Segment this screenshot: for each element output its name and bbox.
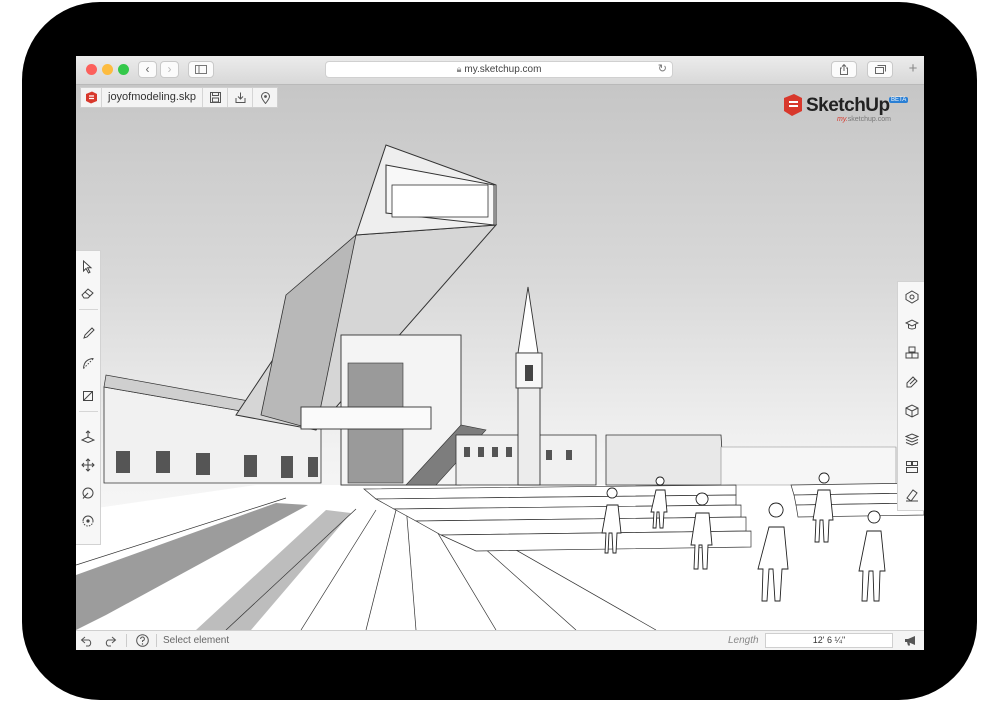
right-warehouse	[605, 434, 725, 486]
redo-icon	[105, 636, 117, 646]
geo-location-button[interactable]	[253, 88, 277, 107]
entity-info-icon	[905, 290, 919, 304]
tape-measure-icon	[82, 487, 94, 499]
save-icon	[209, 92, 221, 103]
location-pin-icon	[260, 91, 270, 104]
orbit-icon	[82, 515, 94, 527]
styles-icon	[905, 404, 919, 418]
new-tab-button[interactable]: +	[904, 61, 922, 78]
move-tool-button[interactable]	[79, 456, 97, 474]
reload-icon[interactable]: ↻	[658, 62, 667, 77]
tabs-icon	[874, 65, 886, 74]
sketchup-app: joyofmodeling.skp SketchUp BETA my.sketc…	[76, 85, 924, 650]
right-low-building	[720, 446, 897, 486]
scenes-icon	[906, 461, 918, 473]
tower-opening	[525, 365, 533, 381]
sidebar-icon	[195, 65, 207, 74]
materials-icon	[906, 376, 918, 388]
orbit-tool-button[interactable]	[79, 512, 97, 530]
feedback-button[interactable]	[902, 633, 918, 648]
help-button[interactable]	[134, 633, 150, 648]
zoom-window-button[interactable]	[118, 64, 129, 75]
share-button[interactable]	[831, 61, 857, 78]
status-divider	[126, 634, 127, 647]
back-button[interactable]: ‹	[138, 61, 157, 78]
brand-name: SketchUp	[806, 95, 890, 116]
shape-tool-button[interactable]	[79, 386, 97, 404]
chevron-right-icon: ›	[167, 62, 172, 76]
materials-button[interactable]	[903, 373, 921, 391]
central-canopy	[300, 406, 432, 430]
styles-button[interactable]	[903, 402, 921, 420]
sketchup-logo-icon	[784, 94, 802, 116]
address-bar[interactable]: 🔒︎ my.sketchup.com ↻	[325, 61, 673, 78]
beta-badge: BETA	[889, 97, 909, 103]
megaphone-icon	[904, 636, 915, 646]
url-text: my.sketchup.com	[464, 64, 542, 75]
share-icon	[840, 63, 848, 75]
download-icon	[235, 92, 246, 103]
download-button[interactable]	[228, 88, 254, 107]
pencil-tool-button[interactable]	[79, 324, 97, 342]
measurement-label: Length	[728, 635, 759, 646]
toolbar-divider	[79, 411, 98, 412]
redo-button[interactable]	[102, 633, 118, 648]
brand-url: my.sketchup.com	[837, 116, 891, 123]
tower-shaft	[517, 387, 541, 486]
sketchup-logo-icon	[85, 91, 97, 104]
screen: ‹ › 🔒︎ my.sketchup.com ↻ + joyofmodeling…	[76, 56, 924, 650]
help-icon	[135, 634, 149, 647]
components-button[interactable]	[903, 344, 921, 362]
layers-button[interactable]	[903, 430, 921, 448]
sketchup-brand: SketchUp BETA my.sketchup.com	[782, 93, 914, 125]
instructor-button[interactable]	[903, 316, 921, 334]
status-bar: Select element Length 12' 6 ¼"	[76, 630, 924, 650]
sidebar-toggle-button[interactable]	[188, 61, 214, 78]
arc-icon	[82, 357, 94, 369]
pencil-icon	[82, 326, 95, 339]
right-panel-toolbar	[897, 281, 924, 511]
tower-spire	[517, 286, 539, 354]
lock-icon: 🔒︎	[456, 64, 462, 74]
minimize-window-button[interactable]	[102, 64, 113, 75]
eraser-icon	[81, 288, 94, 299]
file-name[interactable]: joyofmodeling.skp	[102, 88, 204, 107]
measurement-box[interactable]: 12' 6 ¼"	[765, 633, 893, 648]
model-viewport[interactable]	[76, 85, 924, 630]
close-window-button[interactable]	[86, 64, 97, 75]
scenes-button[interactable]	[903, 458, 921, 476]
arc-tool-button[interactable]	[79, 354, 97, 372]
shape-icon	[82, 390, 93, 401]
left-toolbar	[76, 250, 101, 545]
save-button[interactable]	[203, 88, 229, 107]
select-tool-button[interactable]	[79, 258, 97, 276]
components-icon	[905, 346, 919, 359]
forward-button[interactable]: ›	[160, 61, 179, 78]
plus-icon: +	[908, 60, 918, 77]
file-bar: joyofmodeling.skp	[80, 87, 279, 108]
move-icon	[81, 458, 95, 472]
chevron-left-icon: ‹	[145, 62, 150, 76]
entity-info-button[interactable]	[903, 288, 921, 306]
tabs-overview-button[interactable]	[867, 61, 893, 78]
layers-icon	[905, 433, 919, 446]
outliner-icon	[906, 489, 918, 502]
undo-button[interactable]	[79, 633, 95, 648]
push-pull-icon	[81, 429, 95, 443]
instructor-icon	[905, 319, 919, 330]
toolbar-divider	[79, 309, 98, 310]
status-message: Select element	[163, 635, 230, 646]
undo-icon	[80, 636, 92, 646]
status-divider	[156, 634, 157, 647]
eraser-tool-button[interactable]	[79, 284, 97, 302]
tape-measure-tool-button[interactable]	[79, 484, 97, 502]
cantilever-panel	[391, 184, 489, 218]
browser-toolbar: ‹ › 🔒︎ my.sketchup.com ↻ +	[76, 56, 924, 85]
outliner-button[interactable]	[903, 486, 921, 504]
sketchup-menu-button[interactable]	[81, 88, 102, 107]
push-pull-tool-button[interactable]	[79, 427, 97, 445]
select-icon	[83, 260, 93, 274]
